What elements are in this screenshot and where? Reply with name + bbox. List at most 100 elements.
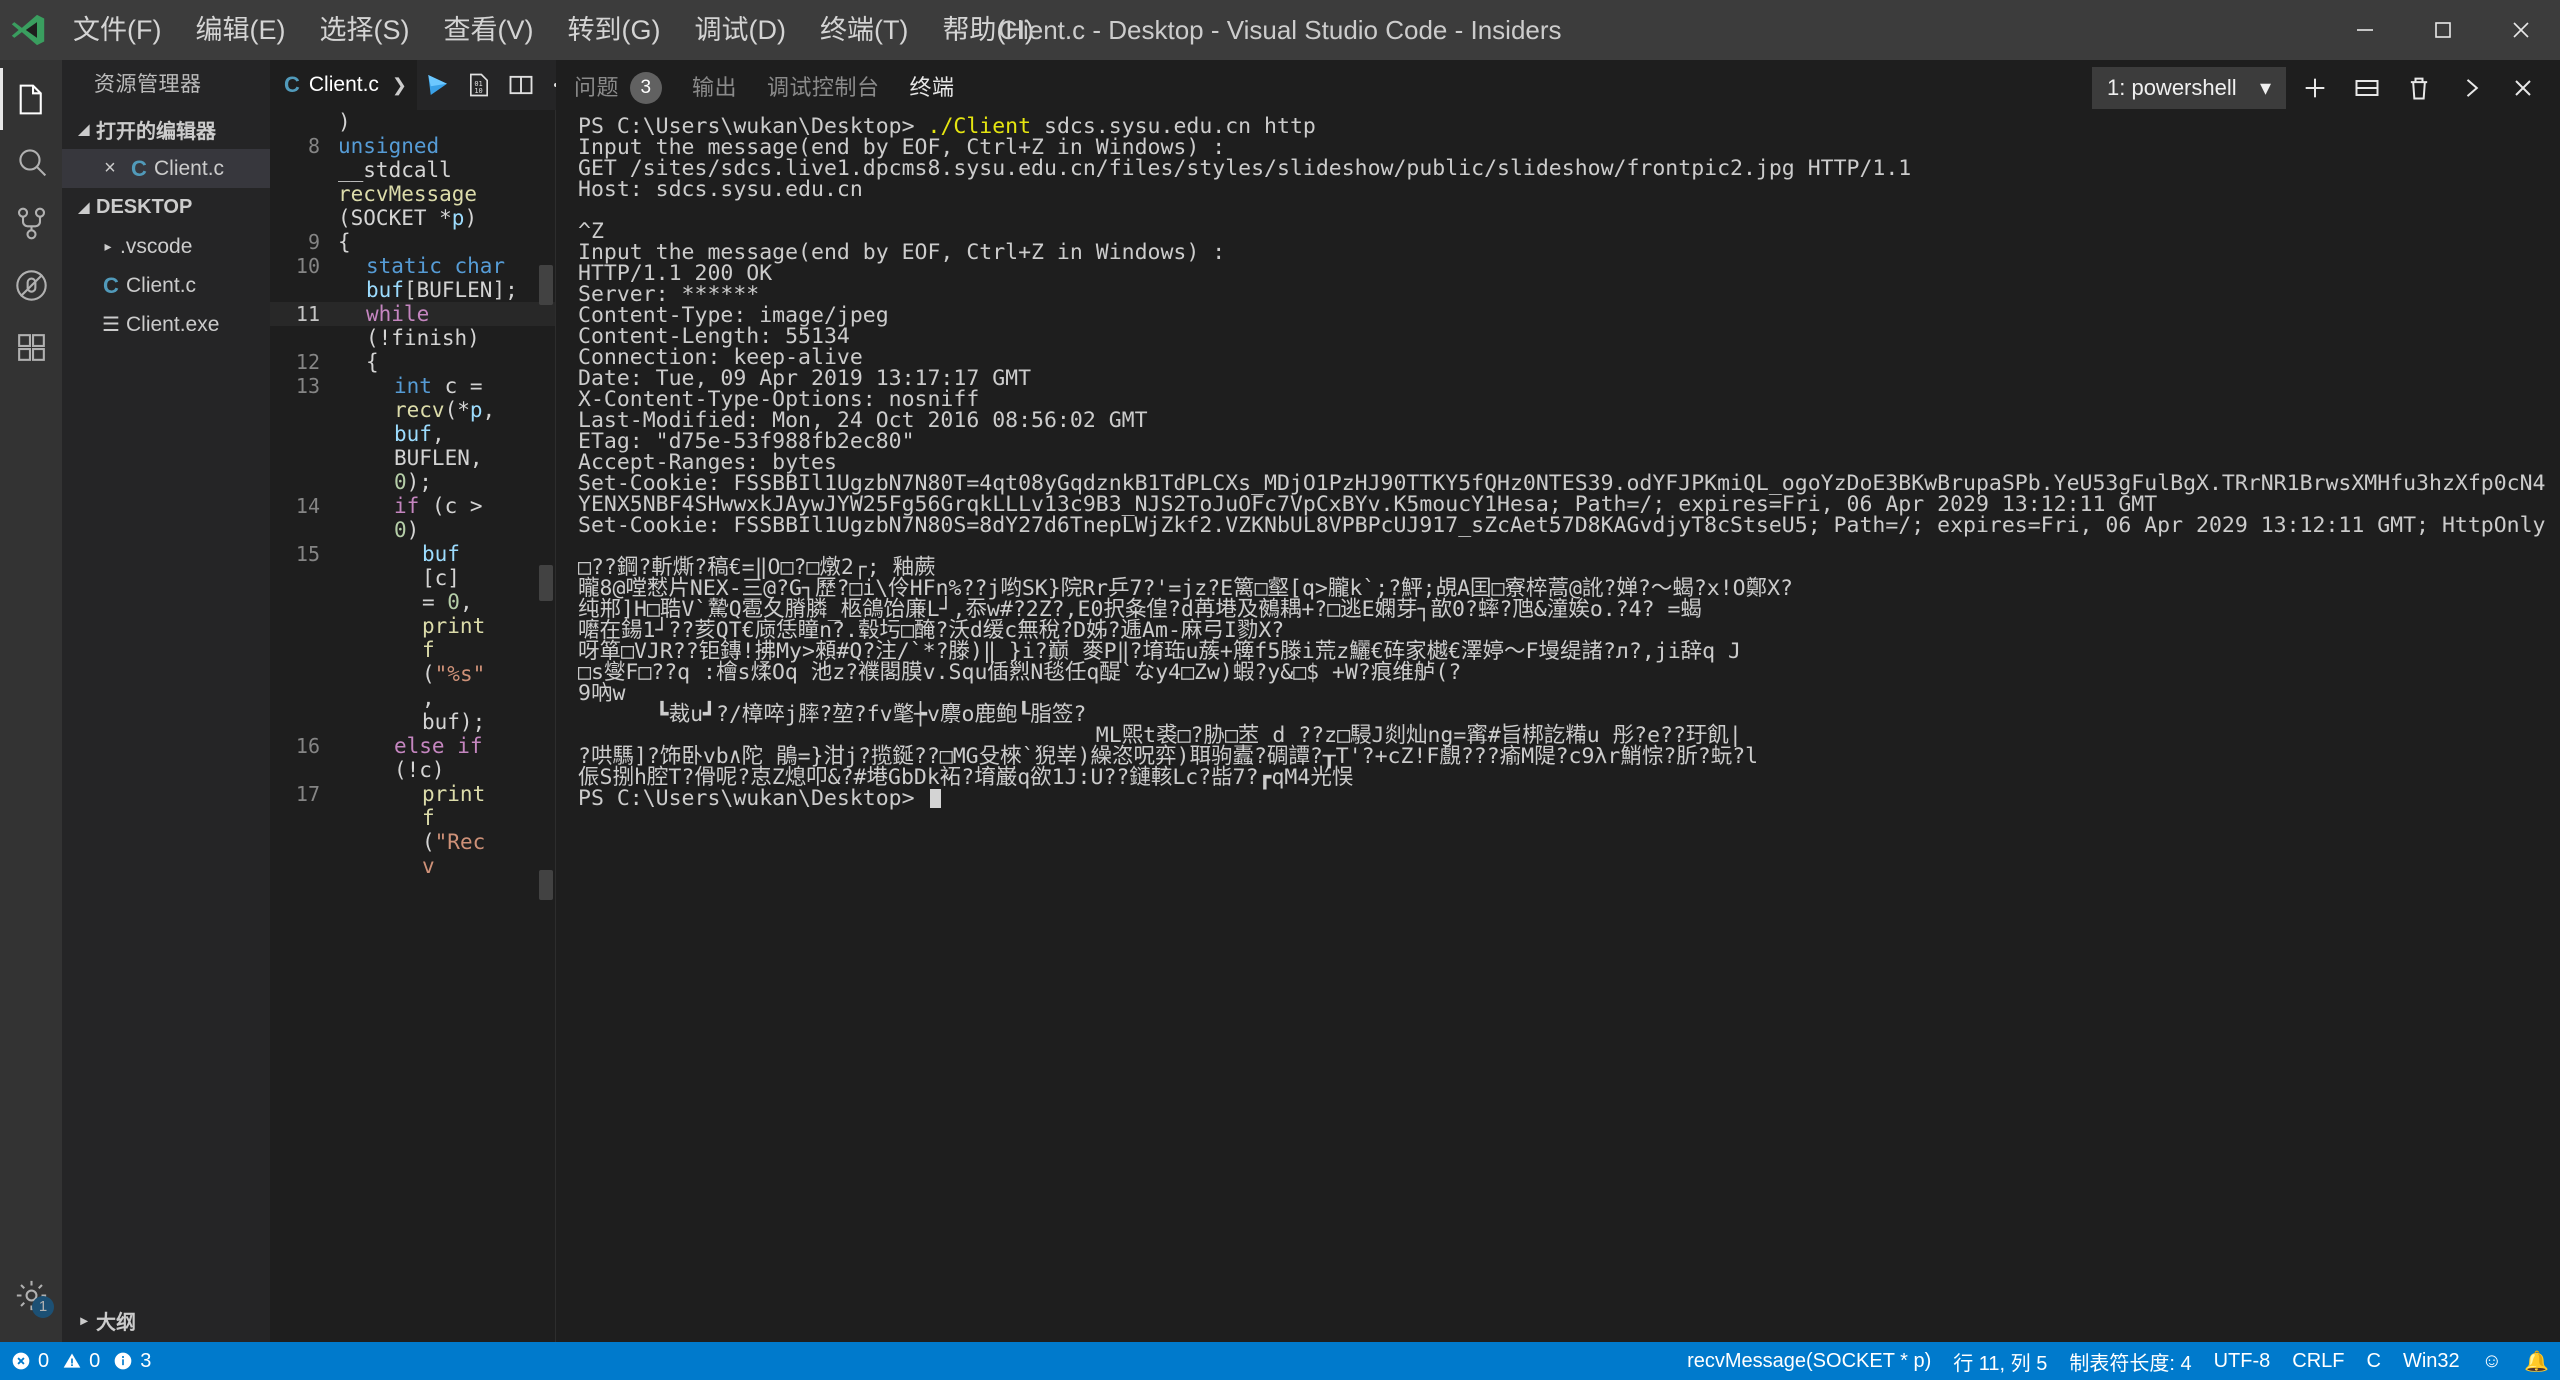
code-text: static char bbox=[332, 254, 555, 278]
code-token: , bbox=[460, 590, 473, 614]
search-icon[interactable] bbox=[0, 130, 62, 192]
tree-item-client-c[interactable]: C Client.c bbox=[62, 266, 270, 305]
editor-scrollbar[interactable] bbox=[539, 565, 553, 601]
panel-tab-label: 调试控制台 bbox=[767, 60, 880, 116]
code-line: BUFLEN, bbox=[270, 446, 555, 470]
minimize-button[interactable] bbox=[2326, 0, 2404, 60]
title-bar: 文件(F)编辑(E)选择(S)查看(V)转到(G)调试(D)终端(T)帮助(H)… bbox=[0, 0, 2560, 60]
chevron-right-icon[interactable]: ▸ bbox=[96, 238, 120, 255]
chevron-right-icon[interactable]: ▸ bbox=[72, 1312, 96, 1329]
open-editor-item-client-c[interactable]: × C Client.c bbox=[62, 149, 270, 188]
menu-item-1[interactable]: 编辑(E) bbox=[178, 0, 302, 60]
panel-tab-0[interactable]: 问题3 bbox=[574, 60, 662, 116]
code-line: ("Rec bbox=[270, 830, 555, 854]
close-panel-button[interactable] bbox=[2500, 65, 2546, 111]
status-language-mode[interactable]: C bbox=[2356, 1342, 2392, 1380]
status-platform[interactable]: Win32 bbox=[2392, 1342, 2471, 1380]
status-eol[interactable]: CRLF bbox=[2281, 1342, 2355, 1380]
extensions-icon[interactable] bbox=[0, 316, 62, 378]
code-text: v bbox=[332, 854, 555, 878]
panel-tab-1[interactable]: 输出 bbox=[692, 60, 737, 116]
status-problems[interactable]: 0 0 3 bbox=[0, 1342, 162, 1380]
code-editor[interactable]: )8unsigned __stdcall recvMessage(SOCKET … bbox=[270, 110, 555, 1342]
terminal-text: Host: sdcs.sysu.edu.cn bbox=[578, 177, 863, 202]
activity-bar: 1 bbox=[0, 60, 62, 1342]
editor-scrollbar[interactable] bbox=[539, 265, 553, 305]
code-token: ); bbox=[407, 470, 432, 494]
terminal-line: PS C:\Users\wukan\Desktop> ./Client sdcs… bbox=[578, 116, 2546, 137]
status-encoding[interactable]: UTF-8 bbox=[2203, 1342, 2282, 1380]
code-token: buf bbox=[422, 542, 460, 566]
terminal-selector[interactable]: 1: powershell ▾ bbox=[2092, 67, 2286, 109]
chevron-right-icon[interactable]: ❯ bbox=[388, 75, 407, 96]
code-line: print bbox=[270, 614, 555, 638]
terminal-line: Input the message(end by EOF, Ctrl+Z in … bbox=[578, 242, 2546, 263]
settings-gear-icon[interactable]: 1 bbox=[0, 1264, 62, 1326]
open-editor-label: Client.c bbox=[154, 157, 224, 181]
menu-item-5[interactable]: 调试(D) bbox=[677, 0, 802, 60]
svg-text:10: 10 bbox=[474, 87, 482, 95]
explorer-icon[interactable] bbox=[0, 68, 62, 130]
editor-scrollbar[interactable] bbox=[539, 870, 553, 900]
menu-item-4[interactable]: 转到(G) bbox=[550, 0, 677, 60]
split-editor-button[interactable] bbox=[502, 60, 540, 110]
terminal-line: Last-Modified: Mon, 24 Oct 2016 08:56:02… bbox=[578, 410, 2546, 431]
line-number: 10 bbox=[270, 254, 332, 278]
open-editors-list: × C Client.c bbox=[62, 149, 270, 188]
tree-item-vscode[interactable]: ▸ .vscode bbox=[62, 227, 270, 266]
new-terminal-button[interactable] bbox=[2292, 65, 2338, 111]
status-indentation[interactable]: 制表符长度: 4 bbox=[2058, 1342, 2202, 1380]
code-token: recvMessage bbox=[338, 182, 477, 206]
menu-item-6[interactable]: 终端(T) bbox=[803, 0, 925, 60]
menu-item-0[interactable]: 文件(F) bbox=[56, 0, 178, 60]
split-terminal-button[interactable] bbox=[2344, 65, 2390, 111]
code-text: { bbox=[332, 230, 555, 254]
panel-actions: 1: powershell ▾ bbox=[2092, 65, 2560, 111]
code-token: f bbox=[422, 806, 435, 830]
outline-header[interactable]: ▸ 大纲 bbox=[62, 1298, 270, 1342]
run-code-button[interactable] bbox=[418, 60, 456, 110]
kill-terminal-button[interactable] bbox=[2396, 65, 2442, 111]
status-current-function[interactable]: recvMessage(SOCKET * p) bbox=[1676, 1342, 1942, 1380]
code-text: buf, bbox=[332, 422, 555, 446]
open-editors-header[interactable]: ◢ 打开的编辑器 bbox=[62, 110, 270, 149]
code-token: { bbox=[366, 350, 379, 374]
panel-tab-3[interactable]: 终端 bbox=[910, 60, 955, 116]
status-notifications-bell[interactable]: 🔔 bbox=[2513, 1342, 2560, 1380]
status-cursor-position[interactable]: 行 11, 列 5 bbox=[1942, 1342, 2058, 1380]
debug-icon[interactable] bbox=[0, 254, 62, 316]
tab-client-c[interactable]: C Client.c ❯ bbox=[270, 60, 418, 110]
menu-bar[interactable]: 文件(F)编辑(E)选择(S)查看(V)转到(G)调试(D)终端(T)帮助(H) bbox=[56, 0, 1051, 60]
code-text: print bbox=[332, 614, 555, 638]
maximize-panel-button[interactable] bbox=[2448, 65, 2494, 111]
close-icon[interactable]: × bbox=[96, 157, 124, 180]
current-function: recvMessage(SOCKET * p) bbox=[1687, 1350, 1931, 1373]
status-feedback-smiley[interactable]: ☺ bbox=[2471, 1342, 2513, 1380]
tree-item-client-exe[interactable]: ☰ Client.exe bbox=[62, 305, 270, 344]
warning-count: 0 bbox=[89, 1350, 100, 1373]
maximize-button[interactable] bbox=[2404, 0, 2482, 60]
terminal-text: Set-Cookie: FSSBBIl1UgzbN7N80T=4qt08yGqd… bbox=[578, 471, 2546, 517]
terminal-line: ETag: "d75e-53f988fb2ec80" bbox=[578, 431, 2546, 452]
terminal-line: 呀箪□VJR??钜鏄!拂My>顂#Q?注/`*?滕)‖ }i?巅 麥P‖?堉珤u… bbox=[578, 641, 2546, 662]
panel-tab-2[interactable]: 调试控制台 bbox=[767, 60, 880, 116]
terminal-text: Set-Cookie: FSSBBIl1UgzbN7N80S=8dY27d6Tn… bbox=[578, 513, 2546, 538]
code-token: p bbox=[470, 398, 483, 422]
code-token: print bbox=[422, 782, 485, 806]
code-token: ) bbox=[407, 518, 420, 542]
menu-item-7[interactable]: 帮助(H) bbox=[925, 0, 1050, 60]
menu-item-2[interactable]: 选择(S) bbox=[302, 0, 426, 60]
code-text: int c = bbox=[332, 374, 555, 398]
code-line: 0); bbox=[270, 470, 555, 494]
menu-item-3[interactable]: 查看(V) bbox=[426, 0, 550, 60]
workspace-header[interactable]: ◢ DESKTOP bbox=[62, 188, 270, 227]
code-line: __stdcall bbox=[270, 158, 555, 182]
language-mode: C bbox=[2367, 1350, 2381, 1373]
source-control-icon[interactable] bbox=[0, 192, 62, 254]
close-button[interactable] bbox=[2482, 0, 2560, 60]
terminal-line: ?哄騳]?饰卧vb∧陀 鵑=}泔j?揽鋋??□MG殳棶`猊峷)繰恣呪弈)聑驹蠹?… bbox=[578, 746, 2546, 767]
panel-tab-label: 问题 bbox=[574, 60, 619, 116]
terminal-output[interactable]: PS C:\Users\wukan\Desktop> ./Client sdcs… bbox=[556, 116, 2560, 1342]
code-line: 17print bbox=[270, 782, 555, 806]
binary-view-button[interactable]: 0110 bbox=[460, 60, 498, 110]
